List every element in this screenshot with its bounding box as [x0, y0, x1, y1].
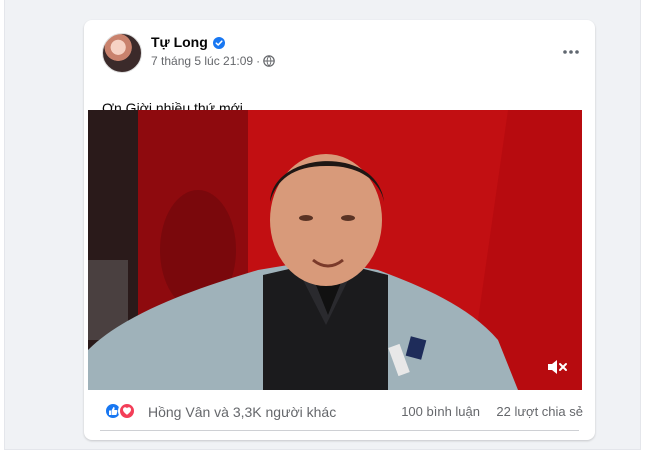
post-video[interactable]: [88, 110, 582, 390]
more-options-icon: [563, 50, 579, 54]
footer-divider: [100, 430, 579, 431]
comments-count[interactable]: 100 bình luận: [401, 404, 480, 419]
author-avatar[interactable]: [102, 33, 142, 73]
meta-separator: ·: [256, 54, 261, 68]
verified-badge-icon: [212, 36, 225, 49]
post-header: Tự Long 7 tháng 5 lúc 21:09 ·: [84, 20, 595, 80]
post-card: Tự Long 7 tháng 5 lúc 21:09 · Ơn Giời nh…: [84, 20, 595, 440]
author-name[interactable]: Tự Long: [151, 34, 208, 50]
globe-icon[interactable]: [263, 55, 275, 67]
more-options-button[interactable]: [557, 38, 585, 66]
love-icon: [118, 402, 136, 420]
post-timestamp[interactable]: 7 tháng 5 lúc 21:09: [151, 54, 253, 68]
author-row: Tự Long: [151, 34, 225, 50]
reaction-summary[interactable]: Hồng Vân và 3,3K người khác: [148, 404, 336, 420]
post-footer: Hồng Vân và 3,3K người khác 100 bình luậ…: [84, 394, 595, 430]
volume-muted-icon: [548, 360, 567, 374]
reaction-icons[interactable]: [104, 402, 136, 420]
mute-button[interactable]: [544, 354, 570, 380]
shares-count[interactable]: 22 lượt chia sẻ: [496, 404, 583, 419]
post-meta: 7 tháng 5 lúc 21:09 ·: [151, 54, 275, 68]
video-frame: [88, 110, 582, 390]
